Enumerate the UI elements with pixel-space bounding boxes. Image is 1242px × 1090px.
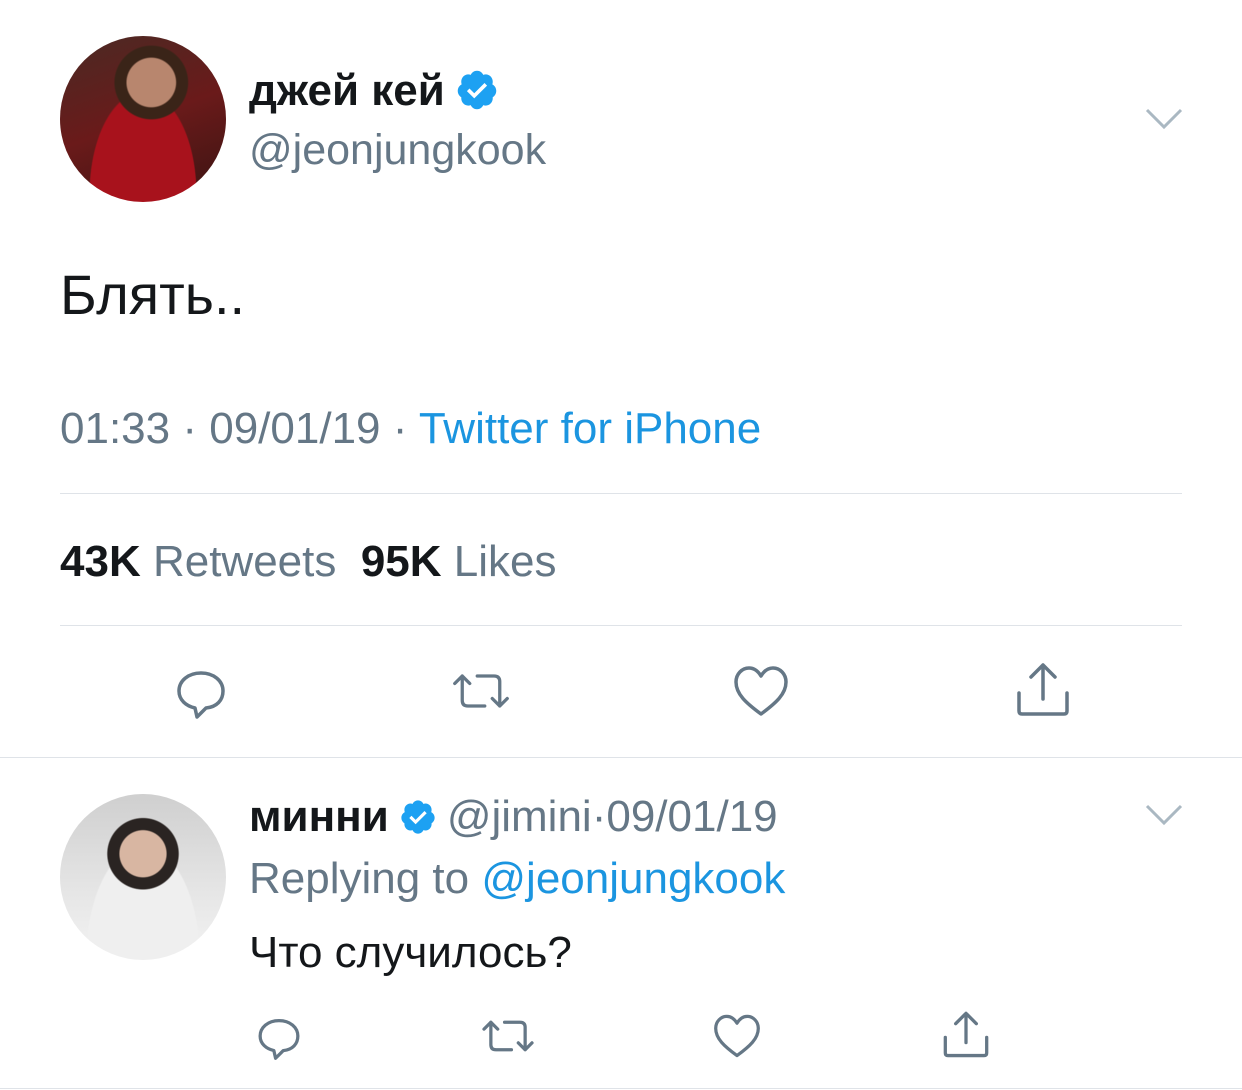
author-avatar[interactable] — [60, 36, 226, 202]
likes-stat[interactable]: 95K Likes — [361, 537, 557, 586]
reply-text: Что случилось? — [249, 928, 572, 977]
reply-author-avatar[interactable] — [60, 794, 226, 960]
reply-icon[interactable] — [171, 661, 231, 721]
verified-badge-icon — [455, 68, 499, 112]
tweet-source-link[interactable]: Twitter for iPhone — [419, 404, 761, 453]
retweet-icon[interactable] — [478, 1006, 538, 1066]
replying-handle-link[interactable]: @jeonjungkook — [481, 854, 785, 903]
tweet-meta: 01:33 · 09/01/19 · Twitter for iPhone — [60, 402, 761, 456]
share-icon[interactable] — [1013, 659, 1073, 719]
tweet-text: Блять.. — [60, 263, 246, 326]
reply-date: 09/01/19 — [606, 792, 778, 841]
divider — [0, 757, 1242, 758]
retweets-stat[interactable]: 43K Retweets — [60, 537, 336, 586]
replying-label: Replying to — [249, 854, 470, 903]
meta-separator: · — [392, 404, 408, 453]
reply-icon[interactable] — [249, 1006, 309, 1066]
meta-separator: · — [182, 404, 197, 453]
likes-label: Likes — [453, 537, 557, 586]
heart-icon[interactable] — [731, 661, 791, 721]
retweets-count: 43K — [60, 537, 141, 586]
author-handle[interactable]: @jeonjungkook — [249, 124, 546, 176]
tweet-stats: 43K Retweets 95K Likes — [60, 535, 557, 589]
retweets-label: Retweets — [152, 537, 337, 586]
verified-badge-icon — [399, 795, 437, 834]
tweet-date: 09/01/19 — [209, 404, 381, 453]
replying-to: Replying to @jeonjungkook — [249, 852, 785, 906]
chevron-down-icon[interactable] — [1145, 108, 1183, 130]
reply-author-name[interactable]: минни — [249, 792, 389, 841]
share-icon[interactable] — [936, 1004, 996, 1064]
author-name-row: джей кей — [249, 64, 499, 118]
reply-header: минни @jimini·09/01/19 — [249, 790, 778, 844]
heart-icon[interactable] — [707, 1006, 767, 1066]
reply-author-handle[interactable]: @jimini — [447, 792, 592, 841]
divider — [60, 493, 1182, 494]
retweet-icon[interactable] — [451, 661, 511, 721]
divider — [60, 625, 1182, 626]
author-name[interactable]: джей кей — [249, 66, 445, 115]
meta-separator: · — [591, 792, 607, 841]
likes-count: 95K — [360, 537, 442, 586]
chevron-down-icon[interactable] — [1145, 804, 1183, 826]
divider — [0, 1088, 1242, 1089]
tweet-time: 01:33 — [60, 404, 171, 453]
